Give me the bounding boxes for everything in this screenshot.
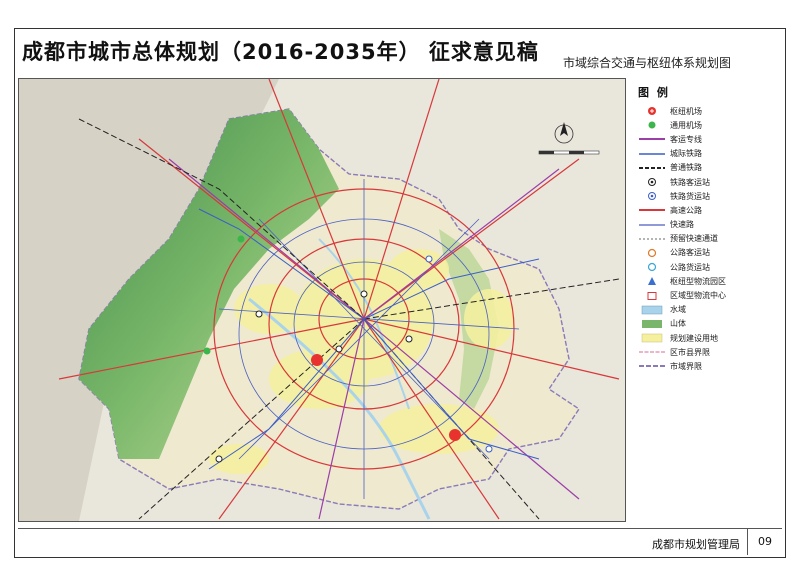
page-title: 成都市城市总体规划（2016-2035年） 征求意见稿 <box>22 40 539 64</box>
water-icon <box>641 305 663 314</box>
legend-item-passenger-line: 客运专线 <box>628 132 780 146</box>
shuangliu-hub-airport-icon[interactable] <box>311 354 323 366</box>
general-airport-icon <box>648 121 656 129</box>
expressway-icon <box>639 209 665 212</box>
legend-label: 区域型物流中心 <box>670 291 726 301</box>
legend-label: 快速路 <box>670 220 694 230</box>
issuing-bureau: 成都市规划管理局 <box>652 538 740 551</box>
county-boundary-icon <box>639 351 665 353</box>
legend-label: 公路客运站 <box>670 248 710 258</box>
map-subtitle: 市域综合交通与枢纽体系规划图 <box>563 56 732 70</box>
legend-item-road-freight-station: 公路货运站 <box>628 260 780 274</box>
legend-label: 水域 <box>670 305 686 315</box>
legend-label: 区市县界限 <box>670 347 710 357</box>
legend-item-logistics-park: 枢纽型物流园区 <box>628 274 780 288</box>
legend-label: 铁路客运站 <box>670 177 710 187</box>
city-boundary-icon <box>639 365 665 368</box>
scale-bar <box>538 150 600 155</box>
reserved-fast-corridor-icon <box>639 238 665 240</box>
logistics-park-icon <box>648 277 656 286</box>
tianfu-hub-airport-icon[interactable] <box>449 429 461 441</box>
mountain-icon <box>642 319 662 328</box>
legend-item-regular-rail: 普通铁路 <box>628 161 780 175</box>
fast-road-icon <box>639 223 665 226</box>
logistics-center-icon <box>647 291 657 300</box>
legend-label: 枢纽机场 <box>670 106 702 116</box>
general-airport-icon[interactable] <box>237 235 245 243</box>
rail-freight-station-icon <box>648 192 656 201</box>
legend-label: 城际铁路 <box>670 149 702 159</box>
legend-item-reserved-fast-corridor: 预留快速通道 <box>628 232 780 246</box>
legend-label: 高速公路 <box>670 205 702 215</box>
legend-label: 市域界限 <box>670 361 702 371</box>
legend-item-mountain: 山体 <box>628 317 780 331</box>
regular-rail-icon <box>639 166 665 169</box>
page-number: 09 <box>747 529 782 555</box>
legend-item-hub-airport: 枢纽机场 <box>628 104 780 118</box>
legend-title: 图 例 <box>638 86 670 99</box>
legend-item-general-airport: 通用机场 <box>628 118 780 132</box>
intercity-rail-icon <box>639 152 665 155</box>
general-airport-icon[interactable] <box>203 347 211 355</box>
legend-label: 预留快速通道 <box>670 234 718 244</box>
legend-label: 公路货运站 <box>670 262 710 272</box>
legend-item-rail-freight-station: 铁路货运站 <box>628 189 780 203</box>
page-footer: 成都市规划管理局 09 <box>18 528 782 555</box>
map-legend: 图 例 枢纽机场通用机场客运专线城际铁路普通铁路铁路客运站铁路货运站高速公路快速… <box>628 84 780 387</box>
road-passenger-station-icon <box>647 248 657 258</box>
legend-item-county-boundary: 区市县界限 <box>628 345 780 359</box>
legend-item-water: 水域 <box>628 303 780 317</box>
road-freight-station-icon <box>647 263 657 272</box>
legend-label: 山体 <box>670 319 686 329</box>
legend-label: 枢纽型物流园区 <box>670 276 726 286</box>
legend-label: 铁路货运站 <box>670 191 710 201</box>
legend-label: 客运专线 <box>670 134 702 144</box>
legend-item-road-passenger-station: 公路客运站 <box>628 246 780 260</box>
hub-airport-icon <box>648 107 656 116</box>
legend-item-planned-land: 规划建设用地 <box>628 331 780 345</box>
planned-land-icon <box>641 333 663 343</box>
rail-passenger-station-icon <box>648 178 656 187</box>
legend-list: 枢纽机场通用机场客运专线城际铁路普通铁路铁路客运站铁路货运站高速公路快速路预留快… <box>628 104 780 374</box>
passenger-line-icon <box>639 138 665 141</box>
legend-label: 规划建设用地 <box>670 333 718 343</box>
map-canvas[interactable] <box>18 78 626 522</box>
legend-item-intercity-rail: 城际铁路 <box>628 147 780 161</box>
legend-label: 普通铁路 <box>670 163 702 173</box>
legend-label: 通用机场 <box>670 120 702 130</box>
legend-item-city-boundary: 市域界限 <box>628 359 780 373</box>
legend-item-expressway: 高速公路 <box>628 203 780 217</box>
legend-item-fast-road: 快速路 <box>628 218 780 232</box>
legend-item-rail-passenger-station: 铁路客运站 <box>628 175 780 189</box>
legend-item-logistics-center: 区域型物流中心 <box>628 288 780 302</box>
